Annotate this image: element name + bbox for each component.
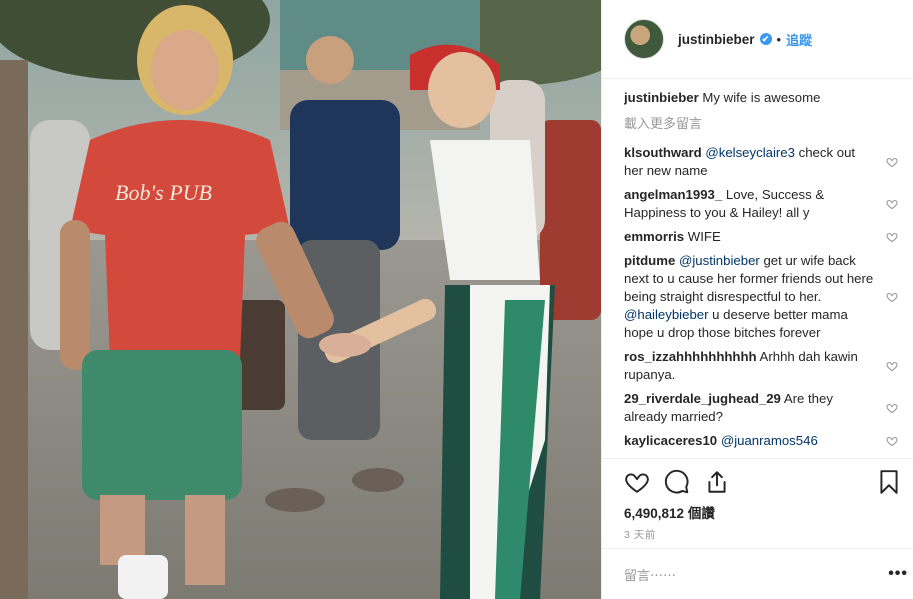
verified-badge-icon: ✔	[759, 33, 772, 45]
comment-username[interactable]: angelman1993_	[624, 187, 722, 202]
comment-item: kaylicaceres10 @juanramos546	[624, 432, 902, 450]
likes-count[interactable]: 6,490,812 個讚	[624, 502, 715, 522]
comment-like-heart-icon[interactable]	[886, 291, 898, 303]
comment-username[interactable]: ros_izzahhhhhhhhhh	[624, 349, 757, 364]
comment-item: klsouthward @kelseyclaire3 check out her…	[624, 144, 902, 180]
header-separator: •	[776, 31, 782, 47]
add-comment-input[interactable]	[624, 565, 854, 585]
follow-button[interactable]: 追蹤	[786, 30, 812, 49]
post-side-panel: justinbieber ✔ • 追蹤 justinbieber My wife…	[601, 0, 913, 599]
comment-item: emmorris WIFE	[624, 228, 902, 246]
action-icons-row	[624, 469, 900, 495]
caption-text: My wife is awesome	[702, 90, 821, 105]
comment-username[interactable]: kaylicaceres10	[624, 433, 717, 448]
comment-username[interactable]: pitdume	[624, 253, 675, 268]
instagram-post: Bob's PUB justinbieber ✔ • 追蹤 justinbieb…	[0, 0, 913, 599]
bookmark-icon[interactable]	[876, 469, 902, 495]
shirt-print: Bob's PUB	[115, 180, 212, 205]
action-bar: 6,490,812 個讚 3 天前	[602, 458, 913, 548]
comment-item: angelman1993_ Love, Success & Happiness …	[624, 186, 902, 222]
comments-list[interactable]: justinbieber My wife is awesome 載入更多留言 k…	[624, 88, 902, 458]
header-username[interactable]: justinbieber	[678, 32, 755, 47]
comment-mention-link[interactable]: @haileybieber	[624, 307, 709, 322]
avatar[interactable]	[624, 19, 664, 59]
comment-username[interactable]: klsouthward	[624, 145, 702, 160]
comment-username[interactable]: 29_riverdale_jughead_29	[624, 391, 781, 406]
comment-username[interactable]: emmorris	[624, 229, 684, 244]
comment-like-heart-icon[interactable]	[886, 360, 898, 372]
comment-text: WIFE	[687, 229, 721, 244]
comment-mention-link[interactable]: @juanramos546	[721, 433, 818, 448]
more-options-icon[interactable]: •••	[888, 566, 908, 582]
likes-label: 個讚	[687, 506, 715, 521]
photo-illustration: Bob's PUB	[0, 0, 601, 599]
load-more-comments-button[interactable]: 載入更多留言	[624, 113, 902, 132]
comment-items: klsouthward @kelseyclaire3 check out her…	[624, 144, 902, 450]
share-arrow-icon[interactable]	[704, 469, 730, 495]
comment-like-heart-icon[interactable]	[886, 231, 898, 243]
comment-item: ros_izzahhhhhhhhhh Arhhh dah kawin rupan…	[624, 348, 902, 384]
post-caption: justinbieber My wife is awesome	[624, 88, 902, 107]
add-comment-section: •••	[602, 548, 913, 599]
comment-mention-link[interactable]: @justinbieber	[679, 253, 760, 268]
comment-like-heart-icon[interactable]	[886, 198, 898, 210]
comment-item: pitdume @justinbieber get ur wife back n…	[624, 252, 902, 342]
post-timestamp[interactable]: 3 天前	[624, 527, 656, 542]
heart-outline-icon[interactable]	[624, 469, 650, 495]
caption-username[interactable]: justinbieber	[624, 90, 699, 105]
comment-mention-link[interactable]: @kelseyclaire3	[705, 145, 795, 160]
speech-bubble-icon[interactable]	[664, 469, 690, 495]
comment-item: 29_riverdale_jughead_29 Are they already…	[624, 390, 902, 426]
comment-like-heart-icon[interactable]	[886, 435, 898, 447]
comment-like-heart-icon[interactable]	[886, 402, 898, 414]
likes-number: 6,490,812	[624, 506, 685, 521]
post-header: justinbieber ✔ • 追蹤	[602, 0, 913, 79]
post-photo[interactable]: Bob's PUB	[0, 0, 601, 599]
comment-like-heart-icon[interactable]	[886, 156, 898, 168]
